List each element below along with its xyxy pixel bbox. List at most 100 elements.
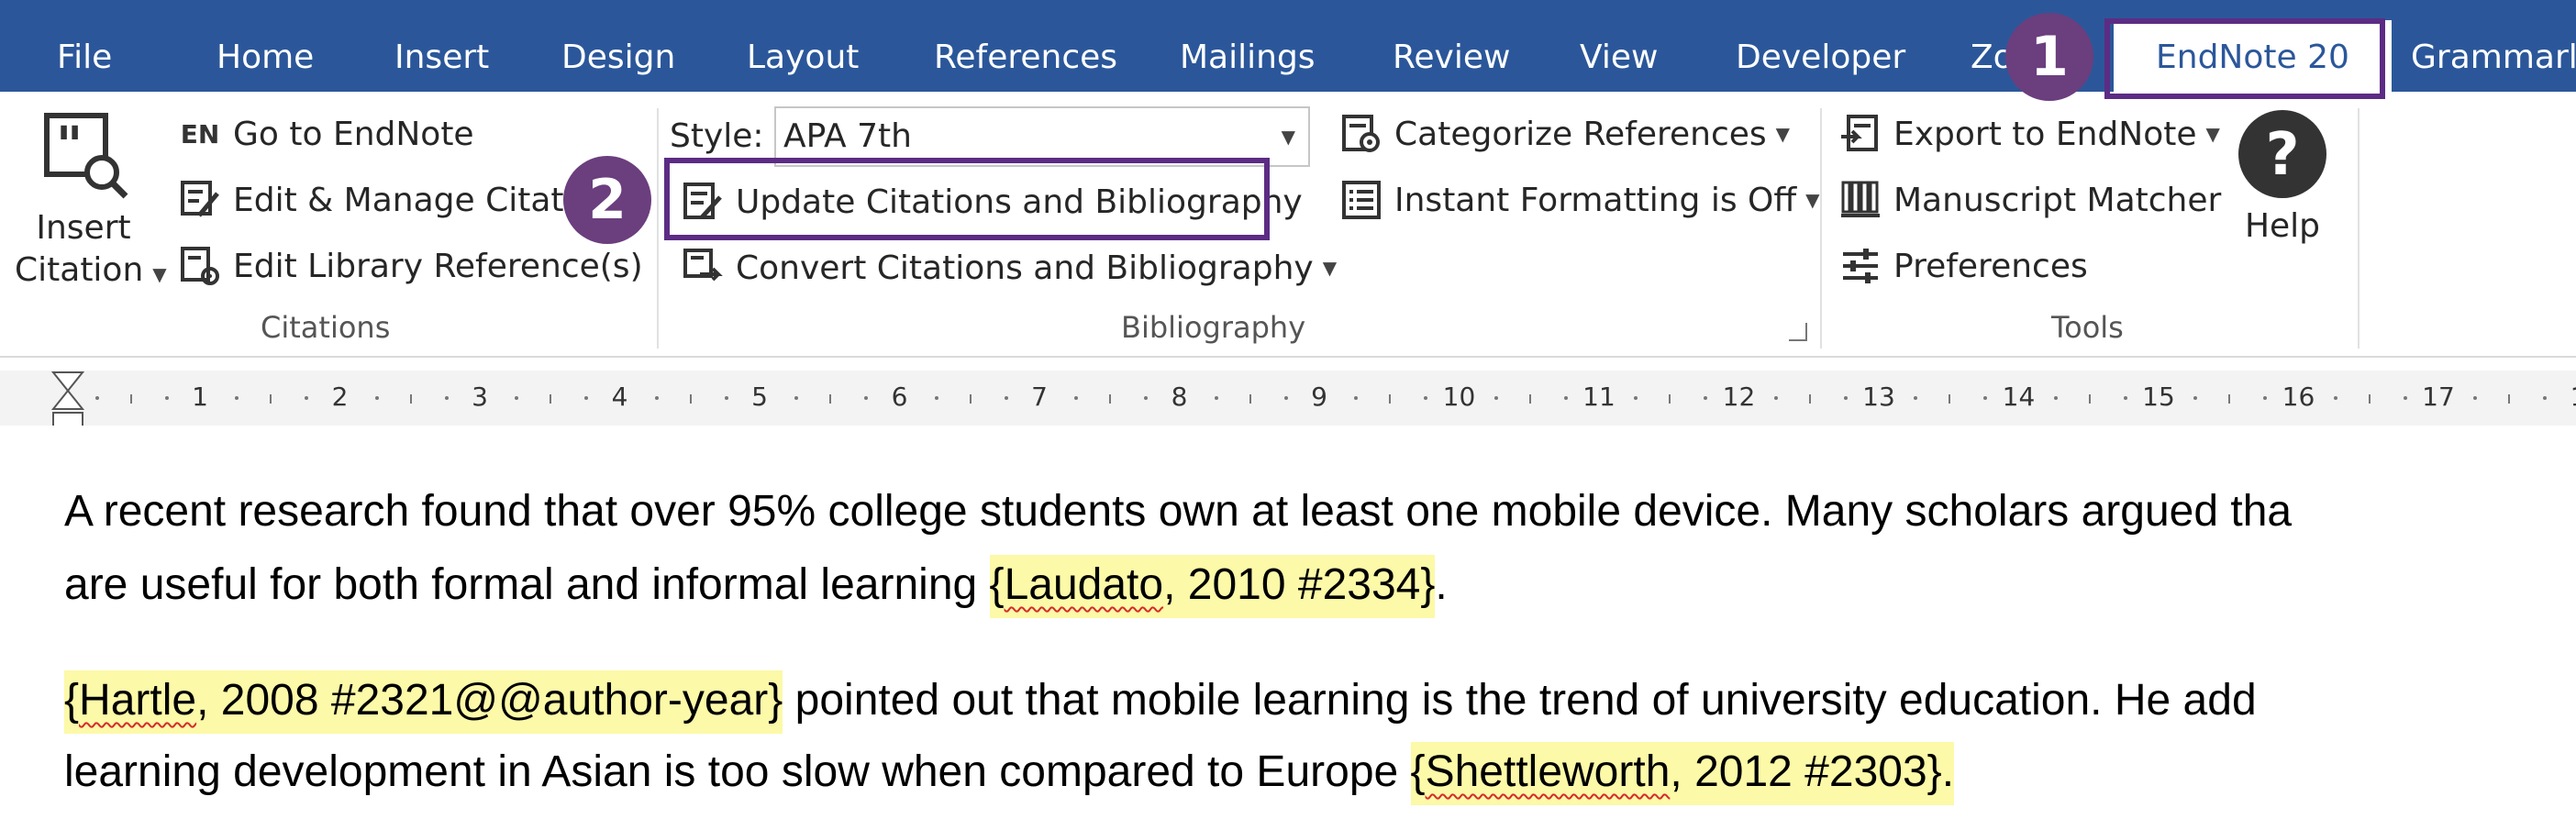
ruler-dot xyxy=(864,396,869,400)
tab-developer[interactable]: Developer xyxy=(1736,0,1905,92)
ruler-number: 10 xyxy=(1442,382,1476,412)
citation-brace: { xyxy=(1410,747,1426,796)
ruler-tick xyxy=(129,394,132,404)
edit-library-references-label: Edit Library Reference(s) xyxy=(233,247,643,285)
ruler-number: 4 xyxy=(611,382,628,412)
update-citations-highlight xyxy=(664,158,1270,240)
ruler-dot xyxy=(1563,396,1568,400)
paragraph-1-line-1[interactable]: A recent research found that over 95% co… xyxy=(64,486,2292,537)
ruler-dot xyxy=(164,396,169,400)
citation-laudato[interactable]: {Laudato, 2010 #2334} xyxy=(989,555,1436,618)
ruler-dot xyxy=(2123,396,2127,400)
paragraph-1-line-2[interactable]: are useful for both formal and informal … xyxy=(64,555,1448,618)
dropdown-arrow-icon: ▼ xyxy=(1805,189,1820,211)
ruler-dot xyxy=(374,396,379,400)
preferences-button[interactable]: Preferences xyxy=(1835,238,2088,293)
paragraph-2-line-2[interactable]: learning development in Asian is too slo… xyxy=(64,742,1955,805)
tab-grammarly[interactable]: Grammarly xyxy=(2411,0,2576,92)
ruler-dot xyxy=(1773,396,1778,400)
instant-formatting-button[interactable]: Instant Formatting is Off ▼ xyxy=(1336,172,1820,227)
edit-manage-citations-label: Edit & Manage Citatio xyxy=(233,181,594,219)
ruler-number: 1 xyxy=(2570,382,2576,412)
ruler-dot xyxy=(1354,396,1359,400)
style-label-text: Style: xyxy=(670,116,764,155)
insert-citation-label-1: Insert xyxy=(36,209,131,247)
edit-library-references-button[interactable]: Edit Library Reference(s) xyxy=(174,238,643,293)
ruler-dot xyxy=(1983,396,1988,400)
ruler-tick xyxy=(1669,394,1671,404)
tab-insert[interactable]: Insert xyxy=(394,0,489,92)
tab-references[interactable]: References xyxy=(934,0,1117,92)
tab-mailings[interactable]: Mailings xyxy=(1180,0,1316,92)
manuscript-matcher-button[interactable]: Manuscript Matcher xyxy=(1835,172,2221,227)
dropdown-arrow-icon: ▼ xyxy=(1322,257,1338,279)
paragraph-2-line-1[interactable]: {Hartle, 2008 #2321@@author-year} pointe… xyxy=(64,670,2257,734)
tab-view[interactable]: View xyxy=(1580,0,1658,92)
tools-group-label: Tools xyxy=(2051,310,2124,345)
ruler-number: 16 xyxy=(2282,382,2315,412)
ruler-dot xyxy=(1004,396,1008,400)
ruler-number: 3 xyxy=(472,382,488,412)
tab-design[interactable]: Design xyxy=(561,0,675,92)
ruler-dot xyxy=(1914,396,1918,400)
dropdown-arrow-icon: ▼ xyxy=(1281,126,1295,148)
ruler-dot xyxy=(1704,396,1708,400)
help-icon: ? xyxy=(2238,110,2326,198)
help-label: Help xyxy=(2244,207,2321,245)
citation-rest: , 2012 #2303}. xyxy=(1670,747,1955,796)
tab-layout[interactable]: Layout xyxy=(747,0,859,92)
group-separator xyxy=(1820,108,1822,349)
ruler-dot xyxy=(1493,396,1498,400)
ruler-number: 5 xyxy=(751,382,768,412)
citation-hartle[interactable]: {Hartle, 2008 #2321@@author-year} xyxy=(64,670,783,734)
ruler-dot xyxy=(94,396,99,400)
export-to-endnote-button[interactable]: Export to EndNote ▼ xyxy=(1835,106,2220,161)
instant-formatting-label: Instant Formatting is Off xyxy=(1394,181,1797,219)
categorize-references-label: Categorize References xyxy=(1394,115,1767,153)
ruler-tick xyxy=(829,394,832,404)
insert-citation-label-row: Citation ▼ xyxy=(15,249,167,295)
go-to-endnote-label: Go to EndNote xyxy=(233,115,474,153)
manuscript-matcher-icon xyxy=(1835,177,1886,223)
tab-home[interactable]: Home xyxy=(217,0,314,92)
edit-manage-citations-button[interactable]: Edit & Manage Citatio xyxy=(174,172,594,227)
ruler-dot xyxy=(794,396,799,400)
instant-formatting-icon xyxy=(1336,177,1387,223)
categorize-references-button[interactable]: Categorize References ▼ xyxy=(1336,106,1790,161)
citation-rest: , 2008 #2321@@author-year} xyxy=(196,676,783,725)
step-1-badge: 1 xyxy=(2005,13,2093,101)
preferences-icon xyxy=(1835,243,1886,289)
ruler-tick xyxy=(550,394,552,404)
insert-citation-label-2: Citation xyxy=(15,251,144,289)
insert-citation-button[interactable]: " Insert Citation ▼ xyxy=(15,108,167,301)
go-to-endnote-button[interactable]: EN Go to EndNote xyxy=(174,106,474,161)
ruler-dot xyxy=(1074,396,1079,400)
edit-citations-icon xyxy=(174,177,226,223)
citation-shettleworth[interactable]: {Shettleworth, 2012 #2303}. xyxy=(1410,742,1955,805)
ruler-dot xyxy=(724,396,728,400)
ruler-number: 6 xyxy=(891,382,908,412)
ruler-number: 7 xyxy=(1031,382,1048,412)
ruler-dot xyxy=(1843,396,1848,400)
paragraph-text: . xyxy=(1435,560,1448,609)
ruler-dot xyxy=(654,396,659,400)
help-button[interactable]: ? Help xyxy=(2218,108,2347,264)
paragraph-text: learning development in Asian is too slo… xyxy=(64,747,1411,796)
ruler-dot xyxy=(305,396,309,400)
citation-rest: , 2010 #2334} xyxy=(1163,560,1436,609)
convert-citations-button[interactable]: Convert Citations and Bibliography ▼ xyxy=(677,240,1337,295)
ruler-number: 17 xyxy=(2422,382,2455,412)
ruler-tick xyxy=(2508,394,2511,404)
ruler-tick xyxy=(1109,394,1112,404)
horizontal-ruler[interactable]: 12345678910111213141516171 xyxy=(0,371,2576,426)
ruler-tick xyxy=(2088,394,2091,404)
citation-author: Hartle xyxy=(79,676,197,725)
export-to-endnote-label: Export to EndNote xyxy=(1893,115,2197,153)
ruler-tick xyxy=(2368,394,2371,404)
dialog-launcher-icon[interactable] xyxy=(1789,323,1807,341)
convert-citations-icon xyxy=(677,245,728,291)
tab-review[interactable]: Review xyxy=(1393,0,1510,92)
ruler-dot xyxy=(1634,396,1638,400)
citation-author: Shettleworth xyxy=(1425,747,1671,796)
tab-file[interactable]: File xyxy=(57,0,112,92)
